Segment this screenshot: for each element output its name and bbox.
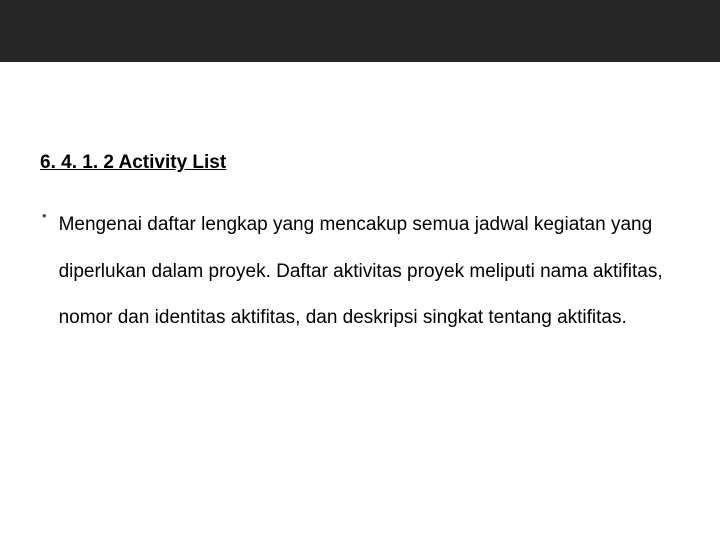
bullet-text: Mengenai daftar lengkap yang mencakup se…: [59, 202, 680, 342]
bullet-item: • Mengenai daftar lengkap yang mencakup …: [40, 202, 680, 342]
slide-content: 6. 4. 1. 2 Activity List • Mengenai daft…: [0, 62, 720, 342]
bullet-marker: •: [40, 202, 59, 230]
slide-top-bar: [0, 0, 720, 62]
section-heading: 6. 4. 1. 2 Activity List: [40, 152, 680, 174]
